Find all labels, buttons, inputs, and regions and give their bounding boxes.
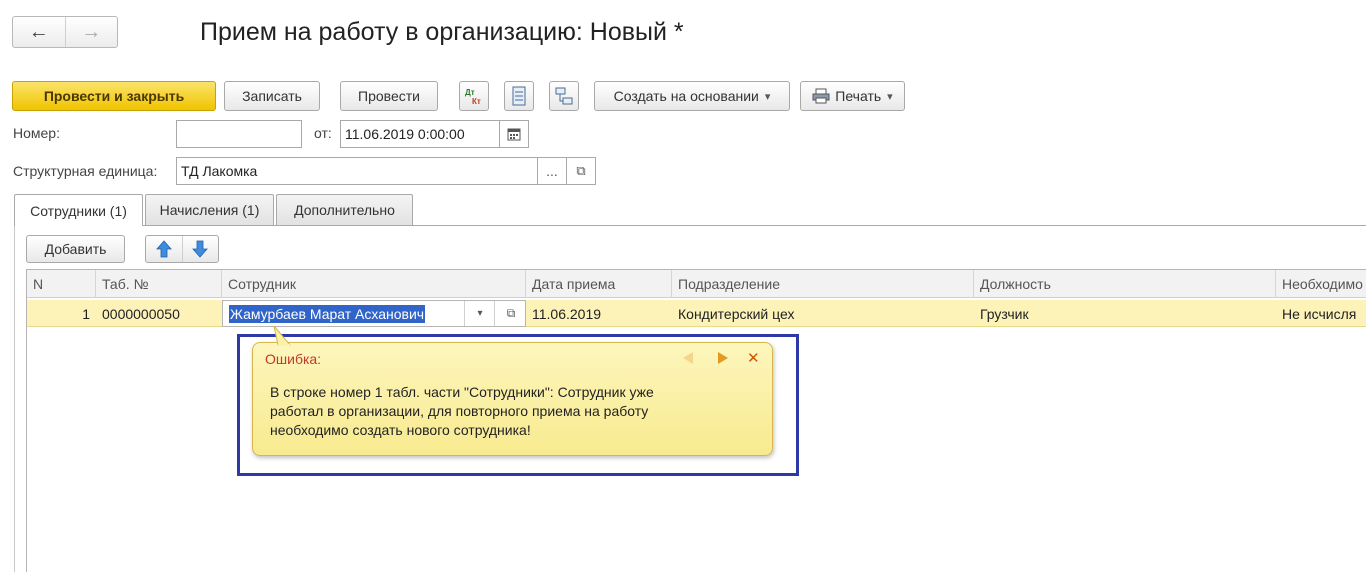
row-hire-date: 11.06.2019 (532, 305, 602, 322)
error-message: В строке номер 1 табл. части "Сотрудники… (270, 384, 654, 438)
move-up-button[interactable] (146, 236, 183, 262)
unit-open-button[interactable]: ⧉ (566, 157, 596, 185)
prev-arrow-icon[interactable] (681, 351, 695, 365)
dt-kt-icon: Дт Кт (465, 88, 481, 106)
nav-buttons: ← → (12, 16, 118, 48)
print-label: Печать (835, 88, 882, 104)
calendar-button[interactable] (499, 120, 529, 148)
chevron-down-icon: ▾ (477, 308, 483, 319)
printer-icon (812, 88, 830, 104)
row-department: Кондитерский цех (678, 305, 795, 322)
open-form-icon: ⧉ (576, 163, 586, 178)
add-button[interactable]: Добавить (26, 235, 125, 263)
employee-dropdown-button[interactable]: ▾ (464, 301, 495, 326)
tab-additional[interactable]: Дополнительно (276, 194, 413, 225)
arrow-up-icon (155, 240, 172, 258)
employee-open-button[interactable]: ⧉ (494, 301, 527, 326)
error-popup: Ошибка: ✕ В строке номер 1 табл. части "… (252, 342, 773, 456)
structure-icon (555, 87, 573, 105)
unit-label: Структурная единица: (13, 163, 158, 179)
arrow-left-icon: ← (28, 20, 49, 43)
print-button[interactable]: Печать ▾ (800, 81, 905, 111)
dt-kt-button[interactable]: Дт Кт (459, 81, 489, 111)
tab-panel-left-border (14, 225, 15, 572)
forward-button[interactable]: → (66, 17, 118, 47)
calendar-icon (507, 128, 521, 141)
chevron-down-icon: ▾ (887, 90, 893, 103)
page-title: Прием на работу в организацию: Новый * (200, 18, 684, 46)
post-button[interactable]: Провести (340, 81, 438, 111)
svg-text:Кт: Кт (472, 97, 481, 106)
row-n: 1 (82, 305, 90, 322)
tab-accruals[interactable]: Начисления (1) (145, 194, 274, 225)
column-header-required[interactable]: Необходимо (1276, 270, 1366, 298)
post-and-close-button[interactable]: Провести и закрыть (12, 81, 216, 111)
list-icon (512, 86, 526, 106)
date-from-label: от: (314, 125, 332, 141)
column-header-n[interactable]: N (27, 270, 96, 298)
popup-pointer (273, 325, 292, 346)
error-title: Ошибка: (265, 351, 322, 367)
move-buttons (145, 235, 219, 263)
row-tab-no: 0000000050 (102, 305, 180, 322)
svg-text:Дт: Дт (465, 88, 475, 97)
unit-select-button[interactable]: ... (537, 157, 567, 185)
date-field[interactable]: 11.06.2019 0:00:00 (340, 120, 500, 148)
number-label: Номер: (13, 125, 60, 141)
column-header-employee[interactable]: Сотрудник (222, 270, 526, 298)
tab-panel-border (14, 225, 1366, 226)
back-button[interactable]: ← (13, 17, 66, 47)
save-button[interactable]: Записать (224, 81, 320, 111)
close-icon[interactable]: ✕ (747, 349, 760, 367)
employee-input[interactable]: Жамурбаев Марат Асханович (229, 304, 426, 323)
open-form-icon: ⧉ (506, 306, 516, 320)
move-down-button[interactable] (183, 236, 219, 262)
next-arrow-icon[interactable] (716, 351, 730, 365)
structure-button[interactable] (549, 81, 579, 111)
tab-employees[interactable]: Сотрудники (1) (14, 194, 143, 226)
number-field[interactable] (176, 120, 302, 148)
arrow-right-icon: → (81, 20, 102, 43)
row-position: Грузчик (980, 305, 1029, 322)
create-based-on-button[interactable]: Создать на основании ▾ (594, 81, 790, 111)
create-based-on-label: Создать на основании (613, 88, 759, 104)
arrow-down-icon (192, 240, 209, 258)
column-header-hire-date[interactable]: Дата приема (526, 270, 672, 298)
list-button[interactable] (504, 81, 534, 111)
column-header-department[interactable]: Подразделение (672, 270, 974, 298)
row-required: Не исчисля (1282, 305, 1357, 322)
column-header-tab-no[interactable]: Таб. № (96, 270, 222, 298)
unit-field[interactable]: ТД Лакомка (176, 157, 538, 185)
chevron-down-icon: ▾ (764, 90, 771, 103)
column-header-position[interactable]: Должность (974, 270, 1276, 298)
employee-cell-editor[interactable]: Жамурбаев Марат Асханович ▾ ⧉ (222, 300, 526, 327)
